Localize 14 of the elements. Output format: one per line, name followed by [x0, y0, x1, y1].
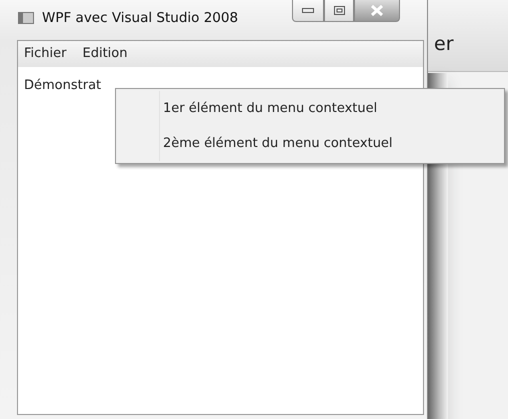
context-menu-item[interactable]: 2ème élément du menu contextuel	[118, 126, 502, 161]
menu-item[interactable]: Fichier	[24, 44, 66, 64]
close-button[interactable]	[354, 0, 400, 22]
minimize-icon	[302, 8, 314, 14]
content-text: Démonstrat	[24, 78, 102, 93]
maximize-button[interactable]	[324, 0, 354, 22]
app-icon	[18, 12, 34, 24]
maximize-icon	[334, 6, 344, 16]
close-icon	[370, 5, 384, 16]
context-menu-item[interactable]: 1er élément du menu contextuel	[118, 91, 502, 126]
minimize-button[interactable]	[292, 0, 324, 22]
window-text: er	[434, 33, 454, 55]
window-title: WPF avec Visual Studio 2008	[42, 8, 238, 28]
menu-item[interactable]: Edition	[82, 44, 128, 64]
